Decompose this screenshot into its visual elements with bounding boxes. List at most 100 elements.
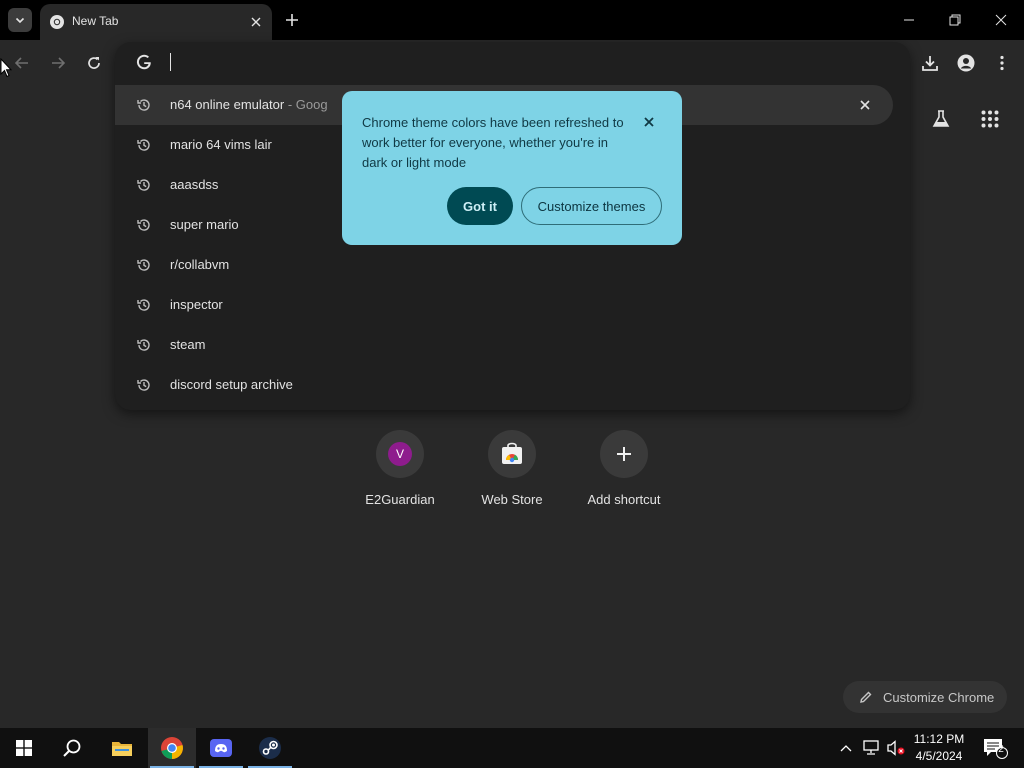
suggestion-text: discord setup archive [170, 377, 293, 392]
shortcut-tile [488, 430, 536, 478]
tab-new-tab[interactable]: New Tab [40, 4, 272, 40]
volume-muted-icon [887, 740, 905, 756]
suggestion-item[interactable]: inspector [115, 285, 893, 325]
restore-icon [949, 14, 961, 26]
history-icon [137, 379, 150, 391]
google-g-icon [136, 54, 151, 70]
taskbar-discord[interactable] [197, 728, 245, 768]
network-tray-button[interactable] [859, 728, 883, 768]
back-button[interactable] [9, 50, 35, 76]
close-window-button[interactable] [978, 0, 1024, 40]
show-hidden-icons-button[interactable] [836, 728, 856, 768]
chrome-favicon-icon [50, 15, 64, 29]
account-circle-icon [957, 54, 975, 72]
folder-icon [112, 742, 132, 756]
taskbar-search-button[interactable] [48, 728, 96, 768]
chevron-down-icon [15, 17, 25, 24]
tab-close-button[interactable] [247, 13, 265, 31]
arrow-left-icon [14, 57, 28, 69]
tab-search-button[interactable] [8, 8, 32, 32]
history-icon [137, 219, 150, 231]
close-icon [644, 117, 654, 127]
download-icon [922, 56, 938, 71]
suggestion-item[interactable]: steam [115, 325, 893, 365]
shortcut-web-store[interactable]: Web Store [456, 430, 568, 507]
customize-chrome-label: Customize Chrome [883, 689, 995, 705]
minimize-button[interactable] [886, 0, 932, 40]
suggestion-text: inspector [170, 297, 223, 312]
avatar: V [388, 442, 412, 466]
minimize-icon [904, 19, 914, 21]
customize-chrome-button[interactable]: Customize Chrome [843, 681, 1007, 713]
pencil-icon [860, 691, 872, 703]
history-icon [137, 339, 150, 351]
menu-button[interactable] [989, 50, 1015, 76]
search-icon [63, 739, 81, 757]
history-icon [137, 259, 150, 271]
history-icon [137, 139, 150, 151]
discord-icon [210, 739, 232, 757]
labs-button[interactable] [925, 103, 957, 135]
tab-strip: New Tab [0, 0, 1024, 40]
shortcut-label: Add shortcut [587, 492, 661, 507]
system-clock[interactable]: 11:12 PM 4/5/2024 [904, 731, 974, 765]
arrow-right-icon [52, 57, 66, 69]
plus-icon [286, 14, 298, 26]
network-icon [863, 740, 879, 755]
taskbar-file-explorer[interactable] [98, 728, 146, 768]
shortcut-tile [600, 430, 648, 478]
mouse-cursor-icon [0, 58, 12, 78]
history-icon [137, 179, 150, 191]
google-apps-button[interactable] [974, 103, 1006, 135]
flask-icon [932, 110, 950, 127]
restore-button[interactable] [932, 0, 978, 40]
bubble-close-button[interactable] [640, 113, 658, 131]
bubble-message: Chrome theme colors have been refreshed … [362, 115, 624, 170]
suggestion-item[interactable]: discord setup archive [115, 365, 893, 405]
forward-button[interactable] [45, 50, 71, 76]
close-icon [860, 100, 870, 110]
chrome-icon [161, 737, 183, 759]
web-store-icon [502, 442, 522, 464]
taskbar-chrome[interactable] [148, 728, 196, 768]
suggestion-text: mario 64 vims lair [170, 137, 272, 152]
address-bar-input[interactable] [170, 52, 770, 72]
windows-logo-icon [16, 740, 32, 756]
apps-grid-icon [981, 110, 999, 128]
shortcut-e2guardian[interactable]: V E2Guardian [344, 430, 456, 507]
clock-time: 11:12 PM [913, 732, 965, 746]
remove-suggestion-button[interactable] [857, 97, 873, 113]
history-icon [137, 299, 150, 311]
theme-refresh-bubble: Chrome theme colors have been refreshed … [342, 91, 682, 245]
notification-count: 2 [998, 744, 1004, 755]
reload-icon [88, 57, 100, 69]
close-icon [251, 17, 261, 27]
suggestion-item[interactable]: r/collabvm [115, 245, 893, 285]
suggestion-text: r/collabvm [170, 257, 230, 272]
text-cursor [170, 53, 171, 71]
profile-button[interactable] [953, 50, 979, 76]
steam-icon [259, 737, 281, 759]
taskbar-steam[interactable] [246, 728, 294, 768]
suggestion-text: aaasdss [170, 177, 219, 192]
tab-title: New Tab [72, 14, 119, 28]
shortcut-label: E2Guardian [365, 492, 435, 507]
shortcut-add[interactable]: Add shortcut [568, 430, 680, 507]
downloads-button[interactable] [917, 50, 943, 76]
new-tab-button[interactable] [282, 10, 302, 30]
history-icon [137, 99, 150, 111]
more-vert-icon [1000, 55, 1004, 71]
suggestion-text: steam [170, 337, 206, 352]
shortcut-label: Web Store [481, 492, 543, 507]
action-center-button[interactable]: 2 [978, 728, 1012, 768]
start-button[interactable] [0, 728, 48, 768]
got-it-button[interactable]: Got it [447, 187, 513, 225]
chevron-up-icon [840, 745, 852, 752]
clock-date: 4/5/2024 [915, 749, 963, 763]
customize-themes-button[interactable]: Customize themes [521, 187, 662, 225]
taskbar: 11:12 PM 4/5/2024 2 [0, 728, 1024, 768]
plus-icon [617, 447, 631, 461]
close-icon [995, 14, 1007, 26]
reload-button[interactable] [81, 50, 107, 76]
suggestion-text: super mario [170, 217, 239, 232]
